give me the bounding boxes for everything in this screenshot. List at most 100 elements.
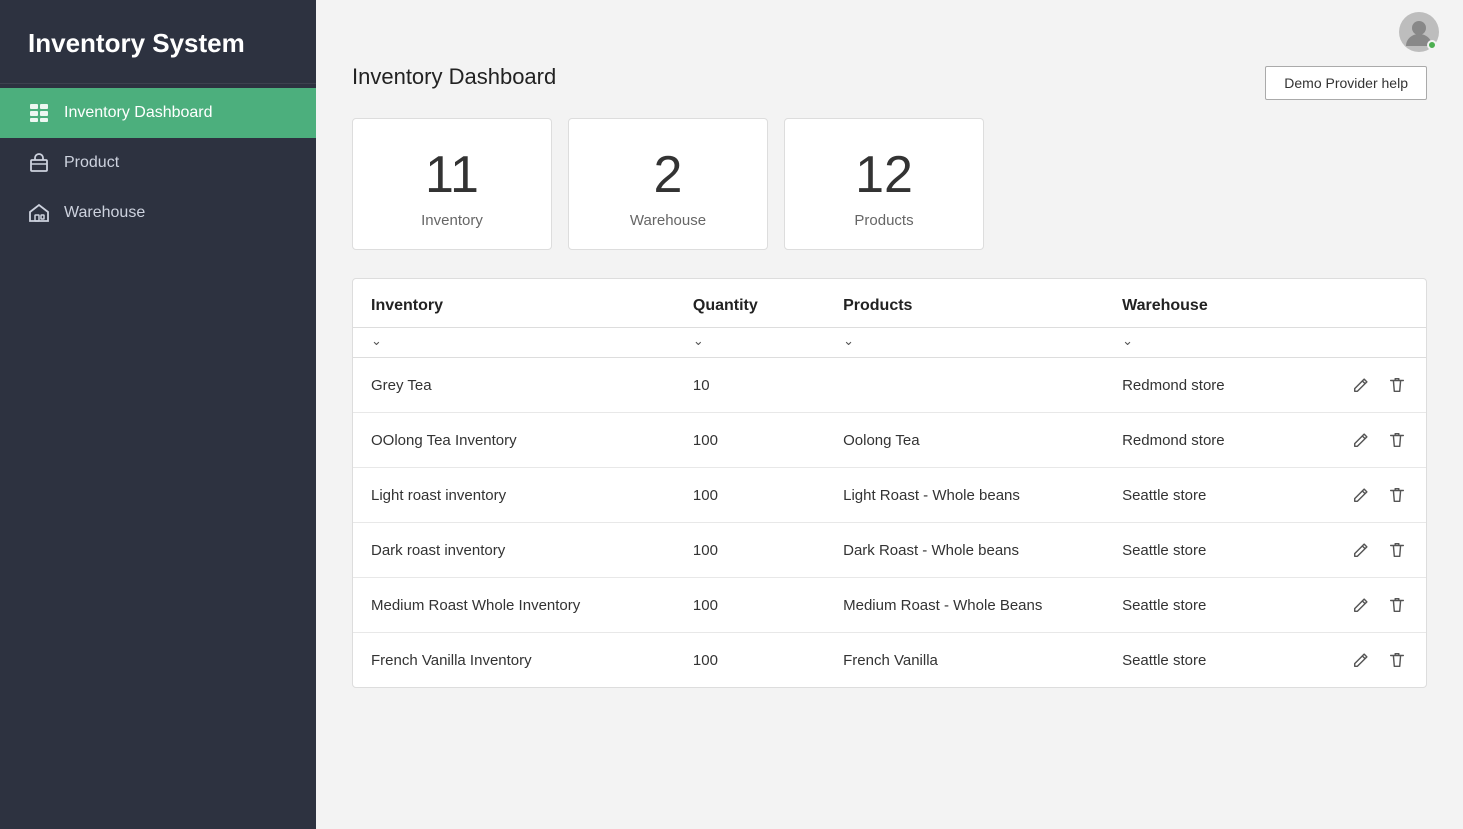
cell-actions [1319,413,1426,468]
cell-warehouse: Seattle store [1104,578,1319,633]
delete-button[interactable] [1386,484,1408,506]
cell-actions [1319,468,1426,523]
cell-warehouse: Redmond store [1104,358,1319,413]
cell-actions [1319,358,1426,413]
edit-icon [1352,376,1370,394]
chevron-down-icon-quantity[interactable]: ⌄ [693,333,704,349]
delete-button[interactable] [1386,649,1408,671]
cell-actions [1319,578,1426,633]
topbar [316,0,1463,64]
filter-actions [1319,328,1426,358]
cell-warehouse: Seattle store [1104,468,1319,523]
edit-icon [1352,651,1370,669]
inventory-table-wrap: Inventory Quantity Products Warehouse ⌄ … [352,278,1427,688]
filter-inventory[interactable]: ⌄ [353,328,675,358]
cell-inventory: Dark roast inventory [353,523,675,578]
edit-button[interactable] [1350,484,1372,506]
filter-warehouse[interactable]: ⌄ [1104,328,1319,358]
edit-icon [1352,431,1370,449]
trash-icon [1388,486,1406,504]
cell-warehouse: Seattle store [1104,633,1319,688]
table-row: OOlong Tea Inventory100Oolong TeaRedmond… [353,413,1426,468]
edit-icon [1352,541,1370,559]
sidebar-item-product[interactable]: Product [0,138,316,188]
online-dot [1427,40,1437,50]
stat-card-warehouse: 2 Warehouse [568,118,768,250]
col-header-quantity: Quantity [675,279,825,328]
cell-quantity: 100 [675,578,825,633]
table-row: Grey Tea10Redmond store [353,358,1426,413]
cell-products: Medium Roast - Whole Beans [825,578,1104,633]
chevron-down-icon-products[interactable]: ⌄ [843,333,854,349]
filter-quantity[interactable]: ⌄ [675,328,825,358]
stat-cards: 11 Inventory 2 Warehouse 12 Products [352,118,1427,250]
cell-warehouse: Seattle store [1104,523,1319,578]
trash-icon [1388,431,1406,449]
trash-icon [1388,651,1406,669]
cell-inventory: Light roast inventory [353,468,675,523]
delete-button[interactable] [1386,594,1408,616]
table-header-row: Inventory Quantity Products Warehouse [353,279,1426,328]
main-content: Inventory Dashboard Demo Provider help 1… [316,0,1463,829]
filter-products[interactable]: ⌄ [825,328,1104,358]
action-cell [1337,429,1408,451]
stat-label-warehouse: Warehouse [630,212,706,229]
stat-card-products: 12 Products [784,118,984,250]
table-row: French Vanilla Inventory100French Vanill… [353,633,1426,688]
cell-products: French Vanilla [825,633,1104,688]
action-cell [1337,594,1408,616]
action-cell [1337,484,1408,506]
cell-products [825,358,1104,413]
sidebar-item-dashboard-label: Inventory Dashboard [64,104,213,122]
trash-icon [1388,596,1406,614]
delete-button[interactable] [1386,429,1408,451]
cell-actions [1319,523,1426,578]
table-filter-row: ⌄ ⌄ ⌄ ⌄ [353,328,1426,358]
stat-label-products: Products [854,212,913,229]
delete-button[interactable] [1386,374,1408,396]
chevron-down-icon-inventory[interactable]: ⌄ [371,333,382,349]
col-header-actions [1319,279,1426,328]
edit-button[interactable] [1350,374,1372,396]
edit-icon [1352,486,1370,504]
cell-products: Oolong Tea [825,413,1104,468]
stat-number-warehouse: 2 [654,147,683,204]
grid-icon [28,102,50,124]
table-row: Light roast inventory100Light Roast - Wh… [353,468,1426,523]
trash-icon [1388,541,1406,559]
cell-quantity: 100 [675,633,825,688]
help-button[interactable]: Demo Provider help [1265,66,1427,100]
stat-label-inventory: Inventory [421,212,483,229]
edit-button[interactable] [1350,429,1372,451]
sidebar-item-dashboard[interactable]: Inventory Dashboard [0,88,316,138]
col-header-warehouse: Warehouse [1104,279,1319,328]
cell-quantity: 10 [675,358,825,413]
cell-quantity: 100 [675,523,825,578]
app-title: Inventory System [0,0,316,84]
delete-button[interactable] [1386,539,1408,561]
cell-inventory: Medium Roast Whole Inventory [353,578,675,633]
edit-icon [1352,596,1370,614]
inventory-table: Inventory Quantity Products Warehouse ⌄ … [353,279,1426,687]
stat-number-inventory: 11 [425,147,479,204]
action-cell [1337,649,1408,671]
warehouse-icon [28,202,50,224]
page-content: Inventory Dashboard Demo Provider help 1… [316,64,1463,724]
table-row: Dark roast inventory100Dark Roast - Whol… [353,523,1426,578]
action-cell [1337,539,1408,561]
sidebar-item-warehouse-label: Warehouse [64,204,145,222]
edit-button[interactable] [1350,594,1372,616]
cell-products: Light Roast - Whole beans [825,468,1104,523]
cell-products: Dark Roast - Whole beans [825,523,1104,578]
user-avatar[interactable] [1399,12,1439,52]
sidebar-nav: Inventory Dashboard Product Warehouse [0,88,316,238]
table-body: Grey Tea10Redmond store OOlong Tea Inven… [353,358,1426,688]
chevron-down-icon-warehouse[interactable]: ⌄ [1122,333,1133,349]
edit-button[interactable] [1350,649,1372,671]
box-icon [28,152,50,174]
col-header-products: Products [825,279,1104,328]
sidebar-item-warehouse[interactable]: Warehouse [0,188,316,238]
cell-quantity: 100 [675,468,825,523]
action-cell [1337,374,1408,396]
edit-button[interactable] [1350,539,1372,561]
